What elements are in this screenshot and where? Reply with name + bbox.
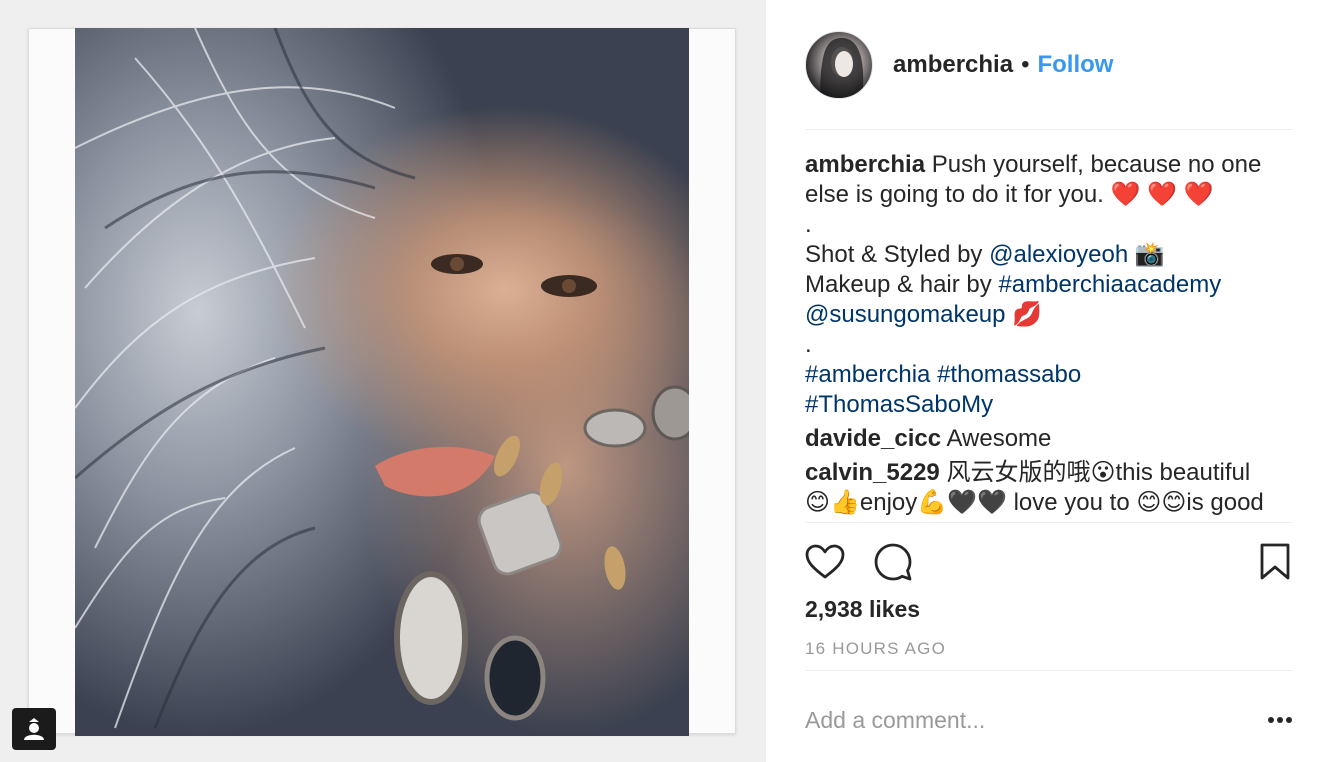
post-side-panel: amberchia • Follow amberchia Push yourse…: [766, 0, 1332, 762]
mention-link-susungomakeup[interactable]: @susungomakeup: [805, 301, 1005, 328]
user-tag-icon-glyph: [24, 718, 44, 740]
avatar-illustration: [820, 38, 864, 98]
caption-text-line2: else is going to do it for you.: [805, 181, 1104, 208]
more-icon[interactable]: [1262, 706, 1298, 734]
comment-item: calvin_5229 风云女版的哦😮this beautiful 😊👍enjo…: [805, 458, 1305, 518]
likes-count[interactable]: 2,938 likes: [805, 596, 920, 623]
bookmark-icon-glyph: [1260, 543, 1290, 580]
post-photo[interactable]: [75, 28, 689, 736]
more-icon-glyph: [1268, 717, 1292, 723]
comment-text: Awesome: [946, 425, 1052, 452]
heart-icon[interactable]: [803, 540, 847, 584]
header-separator: •: [1021, 51, 1030, 78]
camera-emoji: 📸: [1134, 241, 1165, 268]
post-header: amberchia • Follow: [805, 30, 1293, 100]
bookmark-icon[interactable]: [1253, 540, 1297, 584]
author-username[interactable]: amberchia: [893, 51, 1013, 79]
comment-item: davide_cicc Awesome: [805, 424, 1305, 454]
post-timestamp[interactable]: 16 HOURS AGO: [805, 639, 946, 659]
input-divider: [805, 670, 1293, 671]
hashtag-link-thomassabo[interactable]: #thomassabo: [937, 361, 1081, 388]
user-tag-icon[interactable]: [12, 708, 56, 750]
caption-dot-2: .: [805, 331, 812, 358]
comment-icon[interactable]: [871, 540, 915, 584]
caption-makeup-prefix: Makeup & hair by: [805, 271, 992, 298]
photo-illustration: [75, 28, 689, 729]
comment-text-continued: 😊👍enjoy💪🖤🖤 love you to 😊😊is good: [805, 489, 1264, 516]
action-bar: [805, 540, 1293, 584]
comment-username[interactable]: davide_cicc: [805, 425, 941, 452]
hashtag-link-amberchiaacademy[interactable]: #amberchiaacademy: [998, 271, 1221, 298]
comments-list[interactable]: amberchia Push yourself, because no one …: [805, 150, 1305, 522]
caption-text-line1: Push yourself, because no one: [931, 151, 1262, 178]
hashtag-link-thomassabomy[interactable]: #ThomasSaboMy: [805, 391, 993, 418]
media-pane: [0, 0, 766, 762]
caption: amberchia Push yourself, because no one …: [805, 150, 1305, 420]
header-divider: [805, 129, 1293, 130]
comments-divider: [805, 522, 1293, 523]
comment-text: 风云女版的哦😮this beautiful: [946, 459, 1251, 486]
comment-username[interactable]: calvin_5229: [805, 459, 940, 486]
heart-icon-glyph: [805, 544, 845, 579]
kiss-emoji: 💋: [1012, 301, 1043, 328]
header-text: amberchia • Follow: [893, 51, 1113, 79]
caption-hearts: ❤️ ❤️ ❤️: [1110, 181, 1214, 208]
hashtag-link-amberchia[interactable]: #amberchia: [805, 361, 930, 388]
mention-link-alexioyeoh[interactable]: @alexioyeoh: [989, 241, 1128, 268]
avatar[interactable]: [805, 31, 873, 99]
caption-dot-1: .: [805, 211, 812, 238]
comment-icon-glyph: [874, 543, 912, 581]
caption-username[interactable]: amberchia: [805, 151, 925, 178]
caption-shot-prefix: Shot & Styled by: [805, 241, 983, 268]
comment-input[interactable]: [805, 700, 1225, 740]
follow-button[interactable]: Follow: [1037, 51, 1113, 79]
